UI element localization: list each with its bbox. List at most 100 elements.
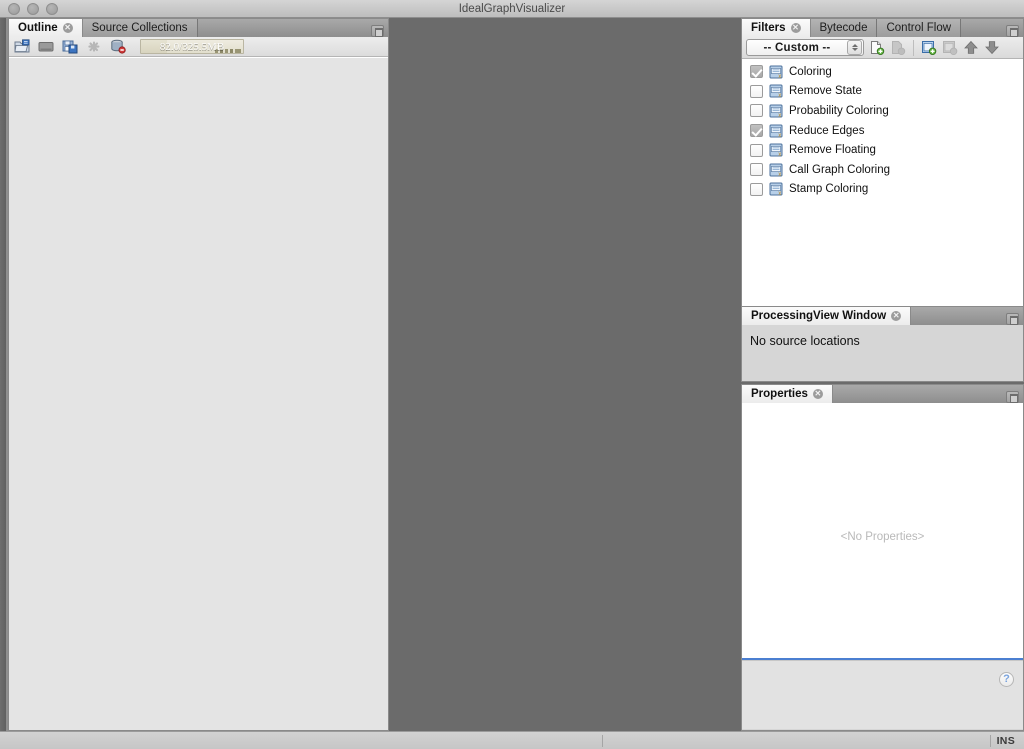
maximize-icon[interactable]	[1006, 25, 1019, 37]
filter-script-icon: x	[769, 65, 783, 80]
filter-script-icon: x	[769, 84, 783, 99]
list-item[interactable]: x Remove Floating	[742, 140, 1023, 160]
tab-processing-view-label: ProcessingView Window	[751, 309, 887, 322]
open-folder-icon[interactable]	[14, 39, 30, 54]
close-icon[interactable]: ✕	[790, 23, 801, 33]
list-item[interactable]: x Remove State	[742, 82, 1023, 102]
remove-all-icon[interactable]	[110, 39, 126, 54]
move-up-icon[interactable]	[963, 40, 979, 55]
filter-profile-value: -- Custom --	[763, 41, 831, 54]
insert-mode-indicator: INS	[996, 734, 1015, 747]
move-down-icon[interactable]	[984, 40, 1000, 55]
save-all-icon[interactable]	[62, 39, 78, 54]
properties-tabstrip: Properties ✕	[742, 385, 1023, 403]
filter-label: Stamp Coloring	[789, 183, 869, 196]
filters-list[interactable]: x Coloring x Remove State x Probability …	[742, 59, 1023, 323]
status-separator	[601, 734, 603, 747]
save-icon[interactable]	[38, 39, 54, 54]
status-bar: INS	[0, 731, 1024, 749]
tab-source-collections-label: Source Collections	[91, 21, 188, 34]
filters-toolbar: -- Custom --	[742, 37, 1023, 59]
list-item[interactable]: x Call Graph Coloring	[742, 160, 1023, 180]
outline-tabstrip: Outline ✕ Source Collections	[9, 19, 388, 37]
svg-text:x: x	[778, 133, 781, 138]
filters-tabstrip-filler	[961, 19, 1006, 37]
filter-checkbox[interactable]	[750, 143, 763, 157]
tab-bytecode-label: Bytecode	[819, 21, 868, 34]
filters-tabstrip: Filters ✕ Bytecode Control Flow	[742, 19, 1023, 37]
close-icon[interactable]: ✕	[812, 389, 823, 399]
filter-label: Reduce Edges	[789, 124, 865, 137]
outline-tree[interactable]	[9, 57, 388, 730]
list-item[interactable]: x Probability Coloring	[742, 101, 1023, 121]
filter-script-icon: x	[769, 182, 783, 197]
filter-checkbox[interactable]	[750, 84, 763, 98]
tab-processing-view[interactable]: ProcessingView Window ✕	[742, 307, 912, 325]
close-icon[interactable]: ✕	[891, 311, 902, 321]
filter-profile-select[interactable]: -- Custom --	[746, 39, 864, 56]
list-item[interactable]: x Reduce Edges	[742, 121, 1023, 141]
outline-toolbar: 82.0/325.5MB	[9, 37, 388, 57]
processing-view-message: No source locations	[750, 334, 860, 348]
tab-outline-label: Outline	[18, 21, 58, 34]
filter-label: Coloring	[789, 65, 832, 78]
new-filter-icon[interactable]	[869, 40, 885, 55]
maximize-icon[interactable]	[371, 25, 384, 37]
filter-label: Remove State	[789, 85, 862, 98]
properties-empty-message: <No Properties>	[840, 531, 925, 543]
svg-text:x: x	[778, 93, 781, 98]
filter-checkbox[interactable]	[750, 182, 763, 196]
delete-profile-icon[interactable]	[942, 40, 958, 55]
editor-area[interactable]	[389, 18, 741, 731]
filter-checkbox[interactable]	[750, 163, 763, 177]
help-icon[interactable]: ?	[999, 672, 1014, 687]
filter-label: Call Graph Coloring	[789, 163, 890, 176]
svg-text:x: x	[778, 191, 781, 196]
tab-properties-label: Properties	[751, 387, 808, 400]
maximize-icon[interactable]	[1006, 391, 1019, 403]
filter-checkbox[interactable]	[750, 124, 763, 138]
svg-text:x: x	[778, 172, 781, 177]
tab-control-flow-label: Control Flow	[886, 21, 952, 34]
filter-checkbox[interactable]	[750, 65, 763, 79]
outline-window: Outline ✕ Source Collections 82.0/325.5M…	[8, 18, 389, 731]
svg-text:x: x	[778, 152, 781, 157]
memory-gauge-label: 82.0/325.5MB	[159, 41, 225, 53]
tab-filters[interactable]: Filters ✕	[742, 19, 811, 37]
tab-properties[interactable]: Properties ✕	[742, 385, 833, 403]
filter-script-icon: x	[769, 124, 783, 139]
tab-control-flow[interactable]: Control Flow	[877, 19, 962, 37]
properties-window: Properties ✕ <No Properties> ?	[741, 384, 1024, 731]
list-item[interactable]: x Coloring	[742, 62, 1023, 82]
tab-source-collections[interactable]: Source Collections	[82, 19, 198, 37]
properties-table[interactable]: <No Properties>	[742, 403, 1023, 660]
memory-gauge[interactable]: 82.0/325.5MB	[140, 39, 244, 54]
filter-label: Remove Floating	[789, 144, 876, 157]
processing-view-body: No source locations	[742, 325, 1023, 381]
new-profile-icon[interactable]	[921, 40, 937, 55]
tab-bytecode[interactable]: Bytecode	[810, 19, 878, 37]
filters-window: Filters ✕ Bytecode Control Flow -- Custo…	[741, 18, 1024, 323]
processing-view-tabstrip-filler	[911, 307, 1006, 325]
application-window: IdealGraphVisualizer Outline ✕ Source Co…	[0, 0, 1024, 749]
window-title: IdealGraphVisualizer	[458, 3, 566, 15]
outline-tabstrip-filler	[197, 19, 371, 37]
remove-icon[interactable]	[86, 39, 102, 54]
maximize-icon[interactable]	[1006, 313, 1019, 325]
tab-filters-label: Filters	[751, 21, 786, 34]
toolbar-separator	[913, 39, 914, 56]
svg-text:x: x	[778, 113, 781, 118]
svg-text:x: x	[778, 74, 781, 79]
filter-checkbox[interactable]	[750, 104, 763, 118]
processing-view-window: ProcessingView Window ✕ No source locati…	[741, 306, 1024, 382]
filter-script-icon: x	[769, 104, 783, 119]
title-bar: IdealGraphVisualizer	[0, 0, 1024, 18]
properties-footer: ?	[742, 660, 1023, 729]
properties-tabstrip-filler	[832, 385, 1006, 403]
filter-script-icon: x	[769, 143, 783, 158]
delete-filter-icon[interactable]	[890, 40, 906, 55]
close-icon[interactable]: ✕	[62, 23, 73, 33]
list-item[interactable]: x Stamp Coloring	[742, 180, 1023, 200]
tab-outline[interactable]: Outline ✕	[9, 19, 83, 37]
chevron-updown-icon[interactable]	[847, 40, 862, 55]
